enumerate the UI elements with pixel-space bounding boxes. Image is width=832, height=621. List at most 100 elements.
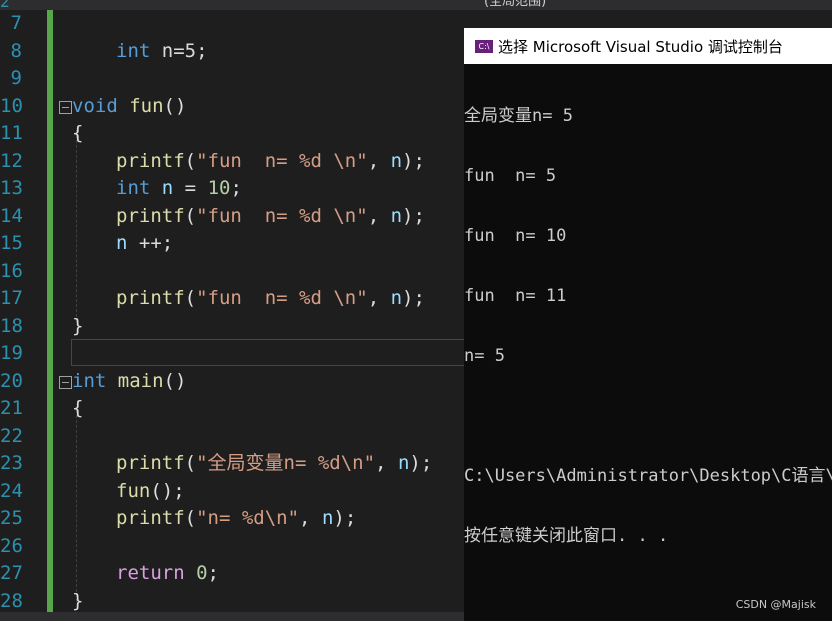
code-line-9[interactable]: 9 — [0, 65, 464, 93]
code-editor[interactable]: 7 8 int n=5; 9 10 void fun() 11 { 12 pri… — [0, 10, 466, 612]
code-text: ); — [333, 507, 357, 529]
code-text: ( — [184, 507, 197, 529]
console-output-line: 全局变量n= 5 — [464, 106, 573, 126]
keyword-void: void — [72, 94, 118, 117]
code-text: () — [163, 369, 187, 392]
line-number: 19 — [0, 342, 23, 364]
code-text: , — [375, 452, 398, 474]
console-output-line: fun n= 10 — [464, 226, 567, 246]
code-text: ; — [207, 562, 219, 584]
keyword-int: int — [116, 39, 151, 62]
code-line-28[interactable]: 28 } — [0, 588, 464, 616]
code-text: () — [163, 94, 187, 117]
code-text: ++; — [127, 232, 174, 254]
keyword-int: int — [116, 177, 151, 199]
console-output-line: fun n= 11 — [464, 286, 567, 306]
function-call-printf: printf — [116, 452, 185, 474]
line-number: 10 — [0, 94, 23, 117]
line-number: 17 — [0, 287, 23, 309]
code-line-8[interactable]: 8 int n=5; — [0, 38, 464, 66]
function-name-fun: fun — [129, 94, 164, 117]
code-line-11[interactable]: 11 { — [0, 120, 464, 148]
code-text: ); — [409, 452, 433, 474]
csdn-watermark: CSDN @Majisk — [735, 598, 816, 611]
line-number: 26 — [0, 534, 23, 557]
debug-console-window[interactable]: C:\ 选择 Microsoft Visual Studio 调试控制台 全局变… — [464, 28, 832, 621]
code-line-16[interactable]: 16 — [0, 258, 464, 286]
number-literal: 10 — [207, 177, 231, 199]
line-number: 27 — [0, 562, 23, 584]
console-title-bar[interactable]: C:\ 选择 Microsoft Visual Studio 调试控制台 — [464, 28, 832, 64]
function-call-fun: fun — [116, 479, 151, 502]
code-line-25[interactable]: 25 printf("n= %d\n", n); — [0, 505, 464, 533]
code-line-22[interactable]: 22 — [0, 423, 464, 451]
top-toolbar-strip: 2 (全局范围) — [0, 0, 832, 11]
close-brace: } — [72, 589, 84, 612]
code-line-19[interactable]: 19 — [0, 340, 464, 368]
editor-horizontal-scrollbar[interactable] — [0, 612, 464, 621]
line-number: 12 — [0, 149, 23, 172]
console-app-icon: C:\ — [474, 39, 494, 54]
code-text: ( — [184, 204, 197, 227]
code-line-13[interactable]: 13 int n = 10; — [0, 175, 464, 203]
string-literal: "全局变量n= %d\n" — [196, 452, 376, 474]
string-literal: "fun n= %d \n" — [196, 149, 368, 172]
line-number: 28 — [0, 589, 23, 612]
code-line-10[interactable]: 10 void fun() — [0, 93, 464, 121]
code-text: n=5; — [150, 39, 208, 62]
code-line-12[interactable]: 12 printf("fun n= %d \n", n); — [0, 148, 464, 176]
collapse-toggle-icon[interactable] — [59, 375, 72, 389]
code-text: ( — [184, 287, 197, 309]
code-line-23[interactable]: 23 printf("全局变量n= %d\n", n); — [0, 450, 464, 478]
code-line-15[interactable]: 15 n ++; — [0, 230, 464, 258]
code-text: , — [367, 204, 391, 227]
code-text: , — [367, 149, 391, 172]
code-text: ); — [402, 149, 425, 172]
function-call-printf: printf — [116, 507, 185, 529]
console-output-line: C:\Users\Administrator\Desktop\C语言\ — [464, 466, 832, 486]
string-literal: "n= %d\n" — [196, 507, 300, 529]
line-number: 16 — [0, 259, 23, 282]
line-number: 14 — [0, 204, 23, 227]
code-line-18[interactable]: 18 } — [0, 313, 464, 341]
string-literal: "fun n= %d \n" — [196, 287, 368, 309]
code-line-20[interactable]: 20 int main() — [0, 368, 464, 396]
function-call-printf: printf — [116, 149, 185, 172]
line-number: 7 — [10, 12, 22, 34]
console-title: 选择 Microsoft Visual Studio 调试控制台 — [498, 38, 783, 56]
variable-n: n — [390, 287, 403, 309]
code-line-17[interactable]: 17 printf("fun n= %d \n", n); — [0, 285, 464, 313]
number-literal: 0 — [196, 562, 208, 584]
code-line-26[interactable]: 26 — [0, 533, 464, 561]
code-text: ); — [402, 204, 425, 227]
keyword-return: return — [116, 562, 185, 584]
code-text: , — [299, 507, 322, 529]
scope-dropdown[interactable]: (全局范围) — [484, 0, 546, 9]
code-line-24[interactable]: 24 fun(); — [0, 478, 464, 506]
variable-n: n — [116, 232, 128, 254]
variable-n: n — [161, 177, 174, 199]
console-output: 全局变量n= 5 fun n= 5 fun n= 10 fun n= 11 n=… — [464, 66, 832, 586]
code-line-21[interactable]: 21 { — [0, 395, 464, 423]
variable-n: n — [390, 204, 403, 227]
function-call-printf: printf — [116, 204, 185, 227]
close-brace: } — [72, 314, 84, 337]
line-number: 15 — [0, 232, 23, 254]
line-number: 23 — [0, 452, 23, 474]
console-output-line: fun n= 5 — [464, 166, 557, 186]
line-number: 8 — [10, 39, 22, 62]
function-call-printf: printf — [116, 287, 185, 309]
variable-n: n — [397, 452, 410, 474]
open-brace: { — [72, 397, 84, 419]
code-line-27[interactable]: 27 return 0; — [0, 560, 464, 588]
code-line-7[interactable]: 7 — [0, 10, 464, 38]
code-text: ); — [402, 287, 425, 309]
collapse-toggle-icon[interactable] — [59, 100, 72, 114]
code-line-14[interactable]: 14 printf("fun n= %d \n", n); — [0, 203, 464, 231]
line-number: 21 — [0, 397, 23, 419]
code-text: , — [367, 287, 391, 309]
variable-n: n — [390, 149, 403, 172]
line-number: 20 — [0, 369, 23, 392]
